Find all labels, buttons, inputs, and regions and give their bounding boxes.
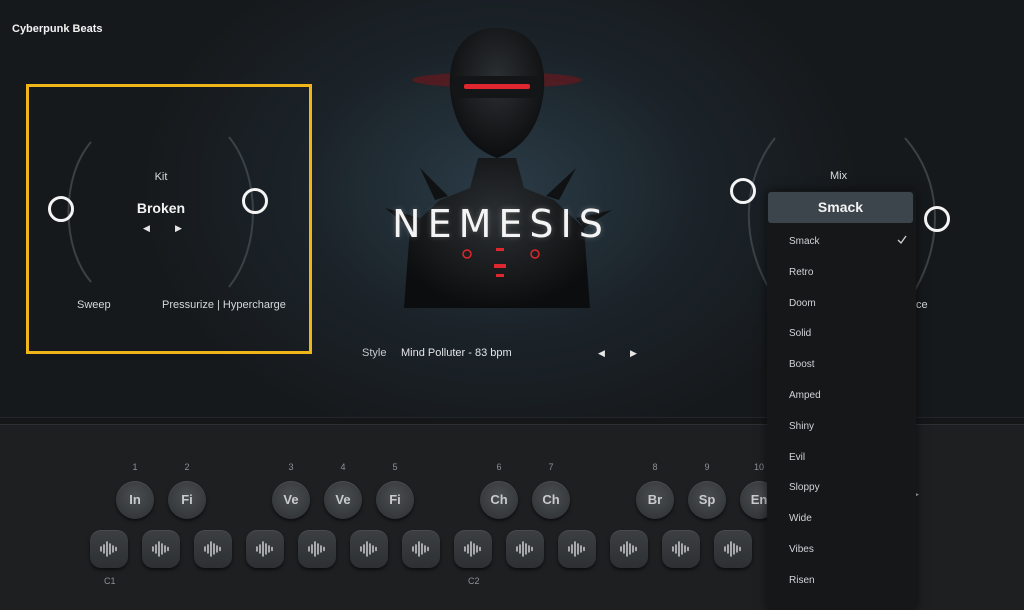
pad-button[interactable]: Br	[636, 481, 674, 519]
waveform-icon	[568, 541, 585, 557]
waveform-icon	[152, 541, 169, 557]
pad-button[interactable]: Fi	[168, 481, 206, 519]
pressurize-hypercharge-label: Pressurize | Hypercharge	[162, 299, 286, 311]
mix-left-knob[interactable]	[730, 178, 756, 204]
waveform-button[interactable]	[454, 530, 492, 568]
waveform-button[interactable]	[506, 530, 544, 568]
style-next-icon[interactable]: ▶	[630, 348, 637, 359]
mix-right-knob-label: ce	[916, 299, 928, 311]
sweep-knob[interactable]	[48, 196, 74, 222]
mix-selected-value[interactable]: Smack	[768, 192, 913, 223]
pad-button[interactable]: Ch	[480, 481, 518, 519]
pad-number: 9	[704, 462, 710, 472]
waveform-button[interactable]	[662, 530, 700, 568]
mix-option[interactable]: Wide	[789, 513, 812, 524]
pad-button[interactable]: Sp	[688, 481, 726, 519]
waveform-button[interactable]	[402, 530, 440, 568]
mix-label: Mix	[830, 170, 848, 182]
waveform-icon	[360, 541, 377, 557]
mix-option[interactable]: Vibes	[789, 544, 814, 555]
waveform-button[interactable]	[142, 530, 180, 568]
pad-number: 6	[496, 462, 502, 472]
mix-option[interactable]: Amped	[789, 390, 821, 401]
style-prev-icon[interactable]: ◀	[598, 348, 605, 359]
sweep-label: Sweep	[77, 299, 111, 311]
waveform-button[interactable]	[610, 530, 648, 568]
mix-option[interactable]: Retro	[789, 267, 813, 278]
waveform-button[interactable]	[714, 530, 752, 568]
mix-option[interactable]: Smack	[789, 236, 820, 247]
waveform-button[interactable]	[90, 530, 128, 568]
pressurize-knob[interactable]	[242, 188, 268, 214]
style-label: Style	[362, 347, 387, 359]
mix-option[interactable]: Solid	[789, 328, 811, 339]
waveform-icon	[464, 541, 481, 557]
waveform-button[interactable]	[246, 530, 284, 568]
mix-option[interactable]: Evil	[789, 452, 805, 463]
pad-number: 8	[652, 462, 658, 472]
waveform-button[interactable]	[350, 530, 388, 568]
mix-option[interactable]: Shiny	[789, 421, 814, 432]
waveform-button[interactable]	[298, 530, 336, 568]
waveform-icon	[620, 541, 637, 557]
waveform-icon	[724, 541, 741, 557]
app-title: Cyberpunk Beats	[12, 23, 103, 35]
waveform-icon	[308, 541, 325, 557]
waveform-icon	[204, 541, 221, 557]
pad-number: 1	[132, 462, 138, 472]
mix-option[interactable]: Sloppy	[789, 482, 820, 493]
product-logo: NEMESIS	[392, 202, 610, 246]
mix-option[interactable]: Boost	[789, 359, 815, 370]
pad-button[interactable]: In	[116, 481, 154, 519]
style-value[interactable]: Mind Polluter - 83 bpm	[401, 347, 512, 359]
kit-label: Kit	[154, 171, 168, 183]
waveform-icon	[256, 541, 273, 557]
mix-right-knob[interactable]	[924, 206, 950, 232]
pad-button[interactable]: Ve	[324, 481, 362, 519]
pad-number: 2	[184, 462, 190, 472]
kit-prev-icon[interactable]: ◀	[143, 223, 150, 234]
kit-next-icon[interactable]: ▶	[175, 223, 182, 234]
waveform-icon	[516, 541, 533, 557]
waveform-button[interactable]	[558, 530, 596, 568]
kit-arcs	[67, 136, 254, 288]
mix-option[interactable]: Doom	[789, 298, 816, 309]
waveform-button[interactable]	[194, 530, 232, 568]
octave-label-c2: C2	[468, 576, 480, 586]
mix-option[interactable]: Risen	[789, 575, 815, 586]
pad-button[interactable]: Ch	[532, 481, 570, 519]
pad-number: 7	[548, 462, 554, 472]
pad-button[interactable]: Fi	[376, 481, 414, 519]
pad-number: 4	[340, 462, 346, 472]
mix-dropdown: Smack Smack Retro Doom Solid Boost Amped Shiny…	[767, 191, 916, 610]
waveform-icon	[100, 541, 117, 557]
pad-button[interactable]: Ve	[272, 481, 310, 519]
waveform-icon	[412, 541, 429, 557]
hero-character-image	[385, 28, 612, 308]
pad-number: 5	[392, 462, 398, 472]
waveform-icon	[672, 541, 689, 557]
octave-label-c1: C1	[104, 576, 116, 586]
check-icon	[897, 235, 907, 244]
pad-number: 3	[288, 462, 294, 472]
